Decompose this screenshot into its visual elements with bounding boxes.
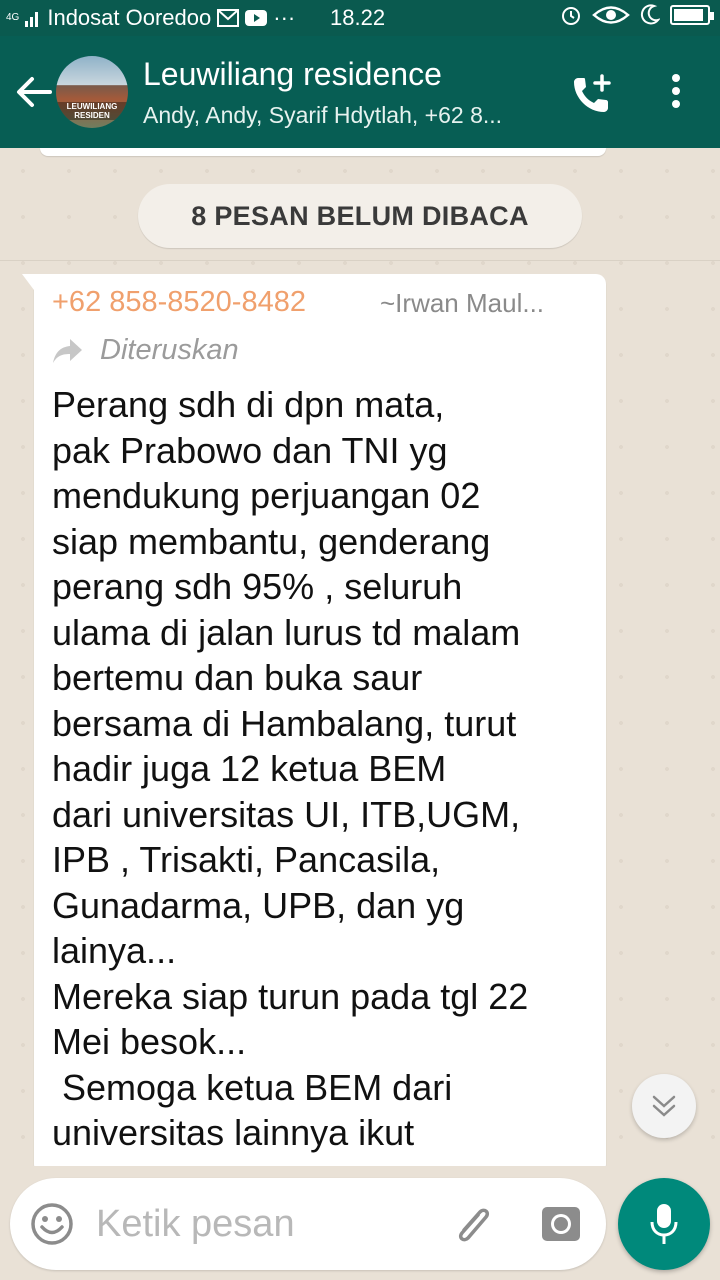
more-notifications: ··· bbox=[273, 5, 296, 30]
back-arrow-icon[interactable] bbox=[14, 72, 54, 112]
message-bubble[interactable]: +62 858-8520-8482 ~Irwan Maul... Diterus… bbox=[22, 274, 606, 1166]
sender-phone[interactable]: +62 858-8520-8482 bbox=[52, 286, 306, 319]
sender-name: ~Irwan Maul... bbox=[380, 288, 545, 318]
chat-header: LEUWILIANG RESIDEN Leuwiliang residence … bbox=[0, 36, 720, 148]
mail-icon bbox=[217, 9, 240, 27]
emoji-icon[interactable] bbox=[30, 1202, 74, 1246]
composer-bar bbox=[0, 1166, 720, 1280]
mic-icon bbox=[650, 1204, 678, 1244]
status-bar: 4G Indosat Ooredoo ··· 18.22 bbox=[0, 0, 720, 36]
group-name[interactable]: Leuwiliang residence bbox=[143, 56, 442, 93]
voice-record-button[interactable] bbox=[618, 1178, 710, 1270]
alarm-icon bbox=[562, 7, 580, 25]
battery-icon bbox=[670, 5, 714, 25]
add-call-icon[interactable] bbox=[570, 72, 614, 116]
avatar-caption: LEUWILIANG RESIDEN bbox=[56, 102, 128, 120]
more-vert-icon[interactable] bbox=[664, 74, 688, 114]
clock: 18.22 bbox=[330, 5, 386, 30]
forwarded-label: Diteruskan bbox=[100, 334, 239, 366]
chat-area[interactable]: 8 PESAN BELUM DIBACA +62 858-8520-8482 ~… bbox=[0, 148, 720, 1166]
carrier-name: Indosat Ooredoo bbox=[47, 5, 212, 30]
double-chevron-down-icon bbox=[652, 1095, 676, 1117]
camera-icon[interactable] bbox=[540, 1202, 582, 1244]
previous-message-bubble bbox=[40, 148, 606, 156]
attach-icon[interactable] bbox=[450, 1200, 494, 1248]
scroll-to-bottom-button[interactable] bbox=[632, 1074, 696, 1138]
group-avatar[interactable]: LEUWILIANG RESIDEN bbox=[56, 56, 128, 128]
message-input-container[interactable] bbox=[10, 1178, 606, 1270]
moon-icon bbox=[640, 4, 660, 25]
unread-divider bbox=[0, 260, 720, 261]
unread-banner: 8 PESAN BELUM DIBACA bbox=[138, 184, 582, 248]
eye-icon bbox=[592, 6, 630, 24]
signal-icon bbox=[25, 12, 39, 27]
message-input[interactable] bbox=[96, 1200, 426, 1248]
message-text: Perang sdh di dpn mata, pak Prabowo dan … bbox=[52, 384, 529, 1153]
forward-icon bbox=[53, 338, 82, 363]
youtube-icon bbox=[245, 10, 268, 26]
group-members[interactable]: Andy, Andy, Syarif Hdytlah, +62 8... bbox=[143, 102, 502, 129]
forwarded-indicator: Diteruskan bbox=[52, 334, 239, 367]
network-type: 4G bbox=[6, 12, 20, 23]
